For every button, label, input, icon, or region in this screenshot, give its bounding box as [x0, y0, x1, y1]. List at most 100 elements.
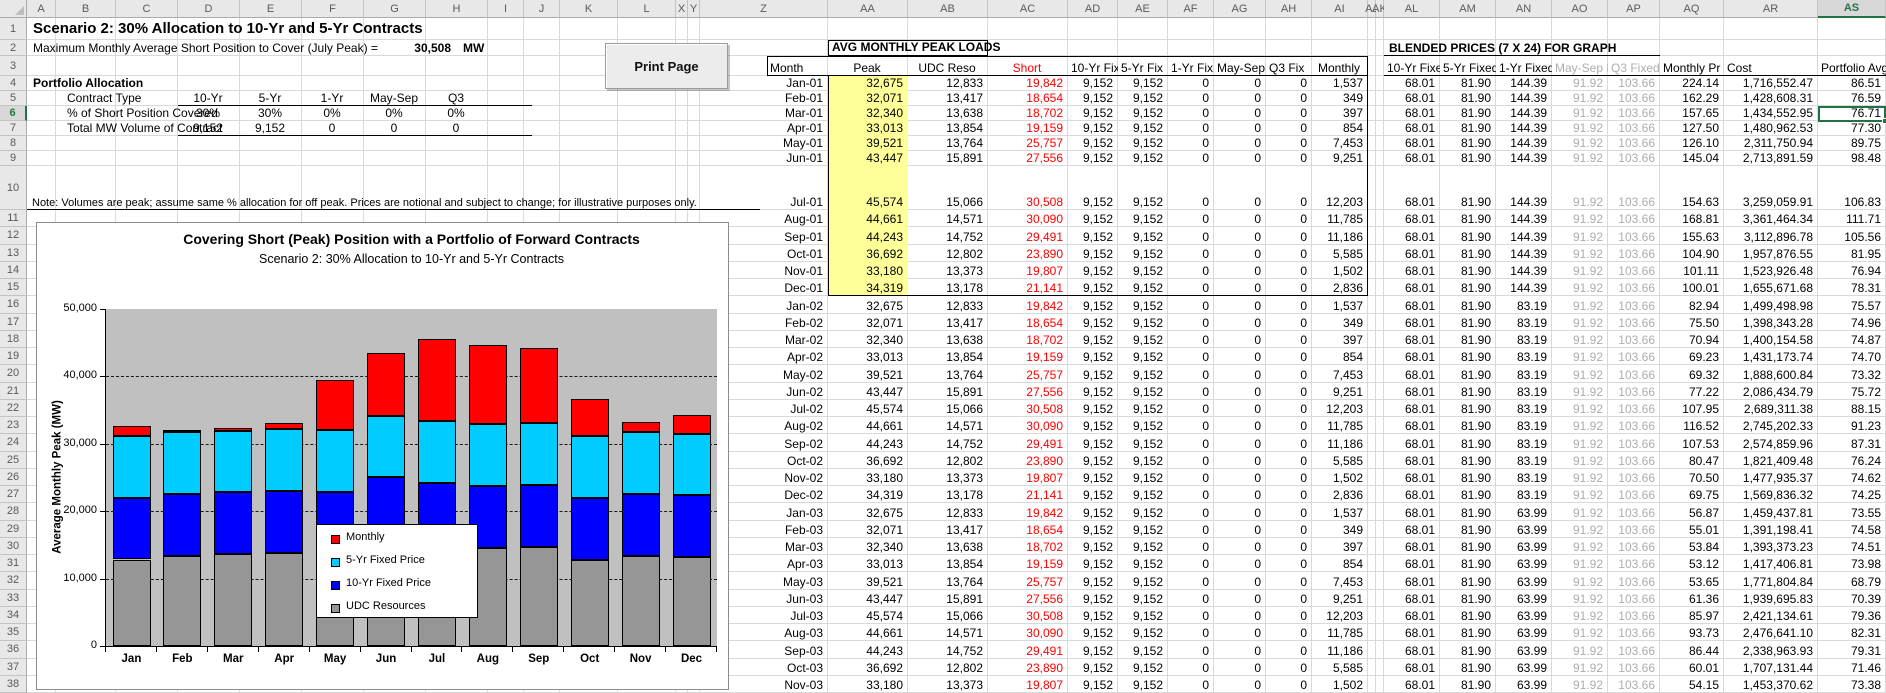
blended-prices-cell[interactable]: 91.92: [1552, 624, 1608, 641]
peak-loads-cell[interactable]: 9,152: [1118, 434, 1168, 451]
blended-prices-column-header[interactable]: 5-Yr Fixed: [1440, 56, 1496, 76]
peak-loads-cell[interactable]: 0: [1266, 314, 1312, 331]
peak-loads-cell[interactable]: 9,152: [1118, 383, 1168, 400]
peak-loads-cell[interactable]: 0: [1214, 503, 1266, 520]
peak-loads-cell[interactable]: 19,842: [988, 296, 1068, 313]
peak-loads-cell[interactable]: 9,152: [1118, 166, 1168, 210]
peak-loads-cell[interactable]: Apr-03: [700, 555, 828, 572]
peak-loads-cell[interactable]: 44,243: [828, 227, 908, 244]
blended-prices-cell[interactable]: 82.94: [1660, 296, 1724, 313]
blended-prices-cell[interactable]: 81.90: [1440, 659, 1496, 676]
blended-prices-cell[interactable]: 68.01: [1384, 417, 1440, 434]
peak-loads-column-header[interactable]: Q3 Fix: [1266, 56, 1312, 76]
peak-loads-cell[interactable]: 9,152: [1068, 434, 1118, 451]
blended-prices-cell[interactable]: 83.19: [1496, 486, 1552, 503]
peak-loads-cell[interactable]: 1,537: [1312, 503, 1368, 520]
peak-loads-cell[interactable]: 9,152: [1068, 383, 1118, 400]
peak-loads-cell[interactable]: 45,574: [828, 400, 908, 417]
blended-prices-cell[interactable]: 103.66: [1608, 590, 1660, 607]
blended-prices-cell[interactable]: 103.66: [1608, 121, 1660, 136]
blended-prices-cell[interactable]: 69.23: [1660, 348, 1724, 365]
blended-prices-cell[interactable]: 68.01: [1384, 400, 1440, 417]
peak-loads-cell[interactable]: 13,373: [908, 262, 988, 279]
peak-loads-cell[interactable]: 9,152: [1118, 555, 1168, 572]
peak-loads-cell[interactable]: 349: [1312, 521, 1368, 538]
peak-loads-cell[interactable]: 0: [1266, 400, 1312, 417]
blended-prices-cell[interactable]: 70.94: [1660, 331, 1724, 348]
peak-loads-cell[interactable]: 32,340: [828, 106, 908, 121]
peak-loads-column-header[interactable]: May-Sep: [1214, 56, 1266, 76]
peak-loads-cell[interactable]: 9,152: [1068, 262, 1118, 279]
peak-loads-cell[interactable]: 0: [1266, 227, 1312, 244]
blended-prices-cell[interactable]: 103.66: [1608, 659, 1660, 676]
blended-prices-cell[interactable]: 107.53: [1660, 434, 1724, 451]
peak-loads-cell[interactable]: 18,654: [988, 521, 1068, 538]
peak-loads-cell[interactable]: 30,508: [988, 400, 1068, 417]
peak-loads-cell[interactable]: 0: [1168, 572, 1214, 589]
peak-loads-cell[interactable]: 23,890: [988, 452, 1068, 469]
peak-loads-cell[interactable]: 9,152: [1068, 121, 1118, 136]
blended-prices-cell[interactable]: 1,453,370.62: [1724, 676, 1818, 693]
blended-prices-cell[interactable]: 1,428,608.31: [1724, 91, 1818, 106]
peak-loads-cell[interactable]: 34,319: [828, 279, 908, 296]
peak-loads-cell[interactable]: 9,152: [1118, 641, 1168, 658]
peak-loads-cell[interactable]: 30,090: [988, 417, 1068, 434]
peak-loads-cell[interactable]: Oct-03: [700, 659, 828, 676]
blended-prices-cell[interactable]: 91.92: [1552, 106, 1608, 121]
blended-prices-cell[interactable]: 93.73: [1660, 624, 1724, 641]
peak-loads-cell[interactable]: 13,854: [908, 348, 988, 365]
peak-loads-cell[interactable]: 5,585: [1312, 659, 1368, 676]
peak-loads-cell[interactable]: 9,152: [1068, 365, 1118, 382]
blended-prices-cell[interactable]: 81.90: [1440, 555, 1496, 572]
portfolio-value-cell[interactable]: 0: [302, 121, 364, 136]
blended-prices-cell[interactable]: 68.01: [1384, 624, 1440, 641]
peak-loads-cell[interactable]: 14,752: [908, 434, 988, 451]
blended-prices-cell[interactable]: 89.75: [1818, 136, 1886, 151]
blended-prices-cell[interactable]: 68.01: [1384, 348, 1440, 365]
blended-prices-cell[interactable]: 68.01: [1384, 434, 1440, 451]
peak-loads-cell[interactable]: 11,785: [1312, 624, 1368, 641]
peak-loads-cell[interactable]: May-02: [700, 365, 828, 382]
blended-prices-cell[interactable]: 91.92: [1552, 262, 1608, 279]
blended-prices-cell[interactable]: 81.90: [1440, 331, 1496, 348]
blended-prices-cell[interactable]: 91.92: [1552, 279, 1608, 296]
peak-loads-cell[interactable]: 0: [1214, 659, 1266, 676]
blended-prices-cell[interactable]: 74.25: [1818, 486, 1886, 503]
blended-prices-cell[interactable]: 85.97: [1660, 607, 1724, 624]
peak-loads-cell[interactable]: 0: [1168, 106, 1214, 121]
blended-prices-cell[interactable]: 68.01: [1384, 210, 1440, 227]
peak-loads-cell[interactable]: 0: [1168, 245, 1214, 262]
peak-loads-cell[interactable]: 0: [1168, 659, 1214, 676]
blended-prices-cell[interactable]: 91.92: [1552, 296, 1608, 313]
blended-prices-cell[interactable]: 1,398,343.28: [1724, 314, 1818, 331]
blended-prices-cell[interactable]: 103.66: [1608, 279, 1660, 296]
peak-loads-cell[interactable]: 32,340: [828, 538, 908, 555]
blended-prices-cell[interactable]: 91.92: [1552, 572, 1608, 589]
peak-loads-cell[interactable]: 0: [1168, 210, 1214, 227]
peak-loads-cell[interactable]: 9,152: [1068, 106, 1118, 121]
blended-prices-cell[interactable]: 91.92: [1552, 400, 1608, 417]
blended-prices-cell[interactable]: 68.01: [1384, 166, 1440, 210]
peak-loads-cell[interactable]: 14,571: [908, 624, 988, 641]
blended-prices-cell[interactable]: 68.01: [1384, 572, 1440, 589]
peak-loads-cell[interactable]: 854: [1312, 121, 1368, 136]
blended-prices-cell[interactable]: 1,477,935.37: [1724, 469, 1818, 486]
blended-prices-cell[interactable]: 73.32: [1818, 365, 1886, 382]
peak-loads-cell[interactable]: 349: [1312, 91, 1368, 106]
peak-loads-cell[interactable]: 0: [1214, 624, 1266, 641]
blended-prices-cell[interactable]: 91.92: [1552, 227, 1608, 244]
peak-loads-cell[interactable]: 0: [1214, 210, 1266, 227]
blended-prices-cell[interactable]: 88.15: [1818, 400, 1886, 417]
blended-prices-cell[interactable]: 2,311,750.94: [1724, 136, 1818, 151]
peak-loads-cell[interactable]: 9,152: [1068, 538, 1118, 555]
blended-prices-cell[interactable]: 83.19: [1496, 469, 1552, 486]
peak-loads-cell[interactable]: Mar-03: [700, 538, 828, 555]
blended-prices-cell[interactable]: 91.92: [1552, 590, 1608, 607]
peak-loads-cell[interactable]: 9,152: [1068, 659, 1118, 676]
blended-prices-cell[interactable]: 81.90: [1440, 434, 1496, 451]
blended-prices-cell[interactable]: 83.19: [1496, 452, 1552, 469]
peak-loads-cell[interactable]: 9,152: [1118, 452, 1168, 469]
blended-prices-cell[interactable]: 3,361,464.34: [1724, 210, 1818, 227]
peak-loads-cell[interactable]: Aug-01: [700, 210, 828, 227]
peak-loads-cell[interactable]: 0: [1214, 245, 1266, 262]
